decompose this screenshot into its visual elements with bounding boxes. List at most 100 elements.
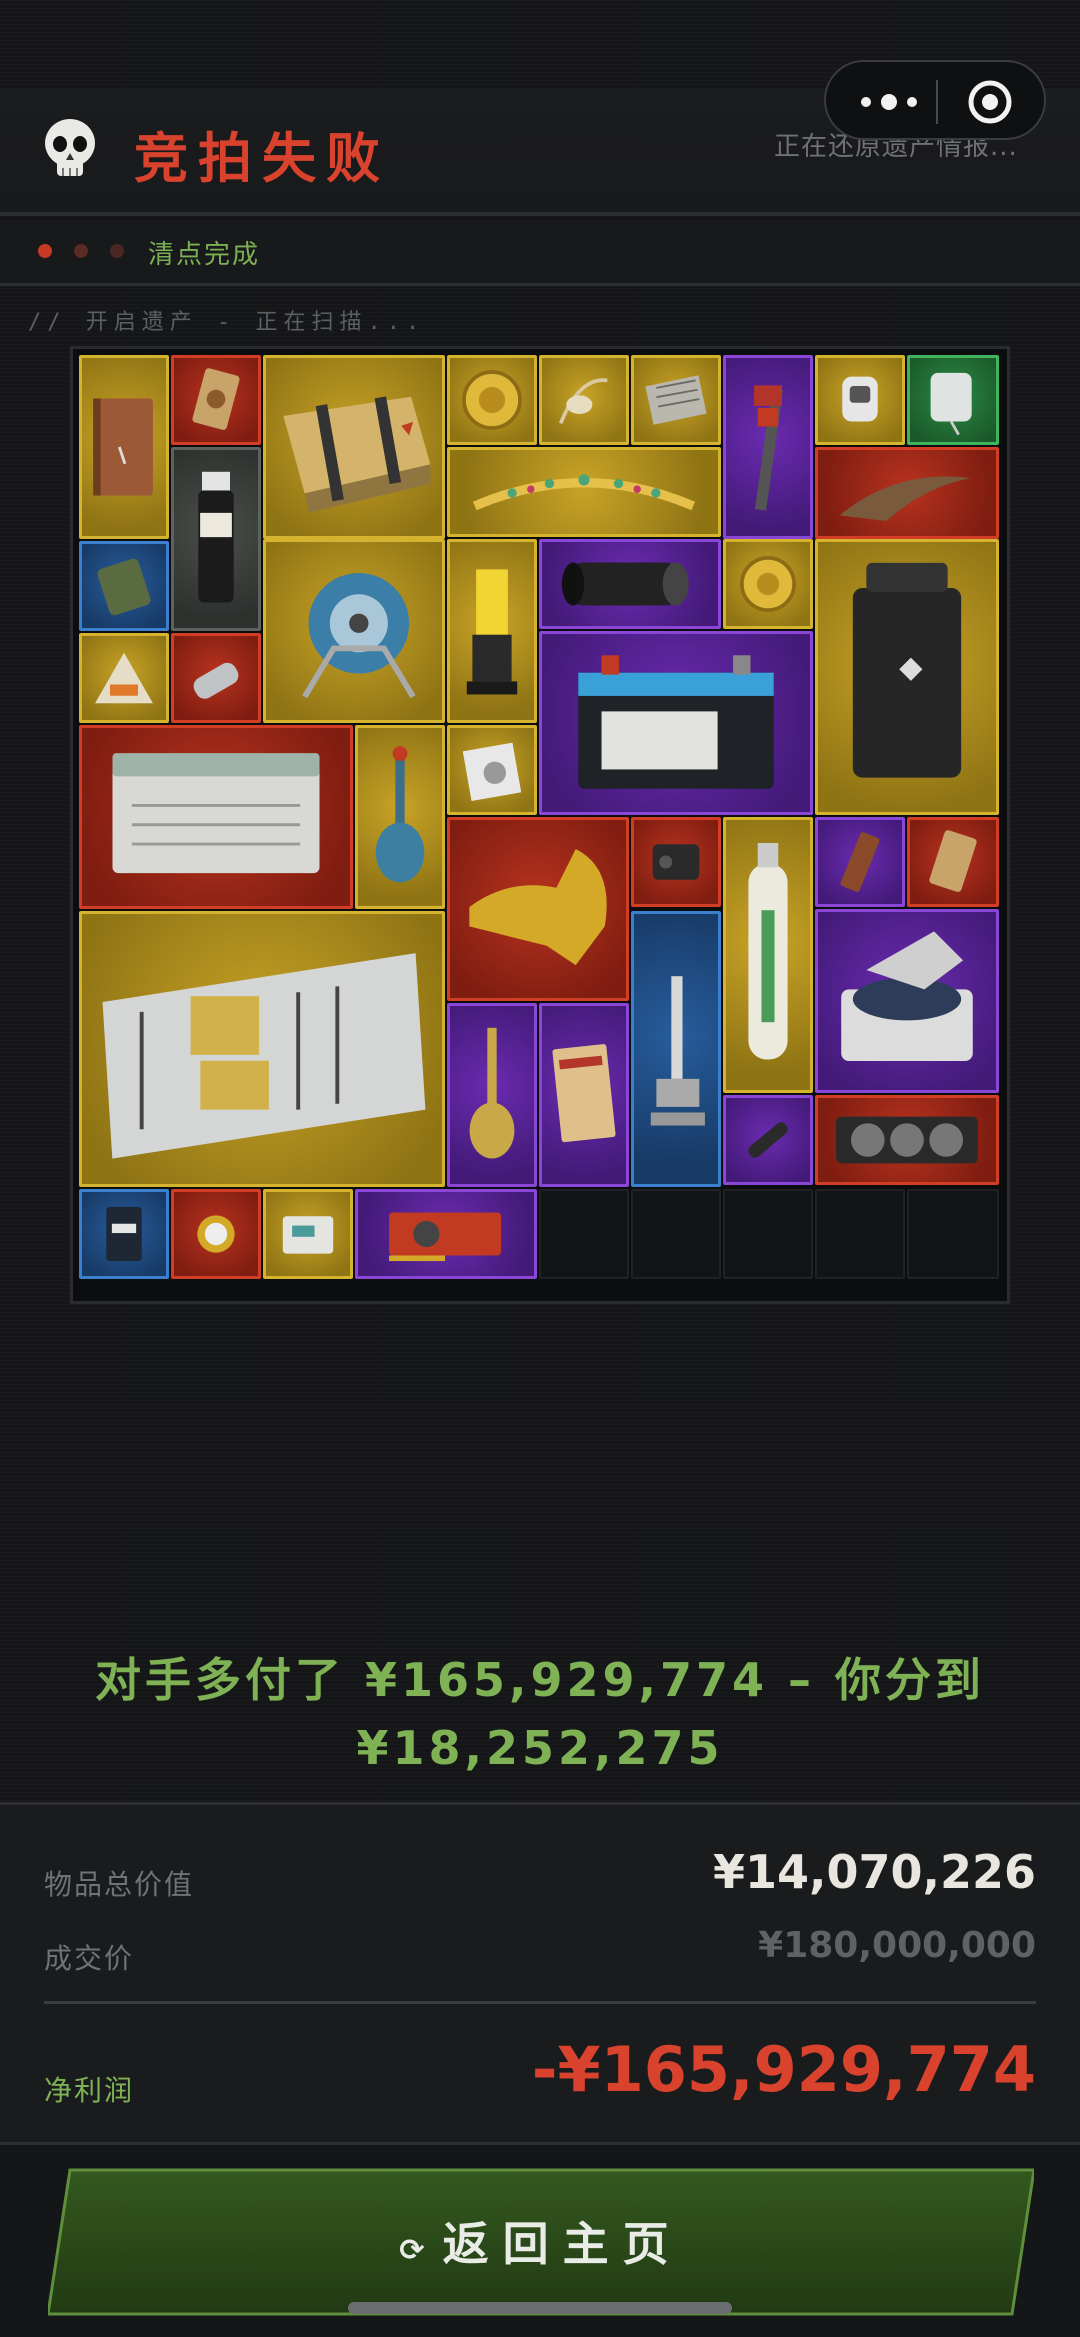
summary-panel: 物品总价值 ¥14,070,226 成交价 ¥180,000,000 净利润 -… xyxy=(0,1802,1080,2142)
item-gold-medallion[interactable] xyxy=(723,539,813,629)
wristwatch-icon xyxy=(197,1215,235,1253)
skull-icon xyxy=(45,119,95,176)
net-profit-value: -¥165,929,774 xyxy=(531,2033,1036,2106)
card-pack-icon xyxy=(929,830,977,892)
return-home-button[interactable]: ⟳ 返回主页 xyxy=(48,2168,1034,2316)
empty-slot xyxy=(723,1189,813,1279)
item-card-pack[interactable] xyxy=(907,817,999,907)
outcome-line-2: ¥18,252,275 xyxy=(356,1721,724,1775)
inventory-grid xyxy=(70,346,1010,1304)
keychain-icon xyxy=(193,662,239,699)
scan-status-text: // 开启遗产 - 正在扫描... xyxy=(28,310,426,335)
item-power-meter[interactable] xyxy=(263,1189,353,1279)
item-oxygen-tank[interactable] xyxy=(723,817,813,1093)
meter-icon xyxy=(282,1216,334,1254)
item-dinosaur-claw[interactable] xyxy=(815,447,999,539)
item-pipe-wrench[interactable] xyxy=(723,355,813,539)
item-gold-coin[interactable] xyxy=(447,355,537,445)
claw-icon xyxy=(839,476,971,522)
item-weapon-crate[interactable] xyxy=(263,355,445,539)
item-tactical-radio[interactable] xyxy=(631,817,721,907)
vial-icon xyxy=(198,471,234,603)
book-icon xyxy=(552,1044,616,1143)
decanter-icon xyxy=(375,746,425,883)
item-ration-pack[interactable] xyxy=(79,541,169,631)
oxygen-tank-icon xyxy=(748,843,788,1060)
summary-divider xyxy=(44,2001,1036,2004)
microscope-icon xyxy=(650,976,705,1126)
item-power-station[interactable] xyxy=(815,539,999,815)
wrench-icon xyxy=(754,385,783,511)
more-dots-icon[interactable] xyxy=(854,88,924,116)
empty-slot xyxy=(815,1189,905,1279)
item-camera-lens[interactable] xyxy=(539,539,721,629)
item-flashlight[interactable] xyxy=(723,1095,813,1185)
red-gpu-icon xyxy=(389,1212,502,1262)
item-metal-keychain[interactable] xyxy=(171,633,261,723)
item-centrifuge[interactable] xyxy=(815,909,999,1093)
page-title: 竞拍失败 xyxy=(134,127,390,190)
home-indicator[interactable] xyxy=(348,2302,732,2314)
crate-icon xyxy=(283,396,431,513)
outcome-line-1: 对手多付了 ¥165,929,774 – 你分到 xyxy=(94,1653,986,1707)
item-circuit-module[interactable] xyxy=(631,355,721,445)
status-led-1 xyxy=(38,244,52,258)
item-medical-sample-vial[interactable] xyxy=(171,447,261,631)
item-server-power-supply[interactable] xyxy=(79,725,353,909)
chocolate-icon xyxy=(840,832,880,892)
progress-bar-row: 清点完成 xyxy=(0,220,1080,286)
necklace-icon xyxy=(558,378,608,425)
item-tarot-card[interactable] xyxy=(171,355,261,445)
gpu-icon xyxy=(836,1116,978,1164)
coffee-bag-icon xyxy=(106,1206,142,1262)
capsule-divider xyxy=(936,80,938,124)
item-car-battery[interactable] xyxy=(539,631,813,815)
item-glass-decanter[interactable] xyxy=(355,725,445,909)
psu-icon xyxy=(112,753,320,874)
item-chocolate-bar[interactable] xyxy=(815,817,905,907)
card-icon xyxy=(192,368,240,430)
flashlight-icon xyxy=(748,1122,788,1158)
return-home-label: ⟳ 返回主页 xyxy=(48,2208,1034,2274)
lamp-icon xyxy=(466,569,518,695)
empty-slot xyxy=(539,1189,629,1279)
item-coffee-bag[interactable] xyxy=(79,1189,169,1279)
count-complete-label: 清点完成 xyxy=(148,240,261,270)
power-station-icon xyxy=(852,562,962,778)
radio-icon xyxy=(652,844,700,880)
target-icon[interactable] xyxy=(966,78,1014,126)
centrifuge-icon xyxy=(841,931,973,1061)
item-brass-hookah[interactable] xyxy=(447,1003,537,1187)
status-led-3 xyxy=(110,244,124,258)
item-microscope[interactable] xyxy=(631,911,721,1187)
lens-icon xyxy=(561,562,689,606)
item-cable-reel[interactable] xyxy=(263,539,445,723)
ration-icon xyxy=(97,558,151,616)
reel-icon xyxy=(302,572,416,699)
item-golden-crocodile-head[interactable] xyxy=(447,817,629,1001)
item-black-tide-book[interactable] xyxy=(539,1003,629,1187)
item-sea-snack-bag[interactable] xyxy=(79,633,169,723)
item-graphics-card[interactable] xyxy=(815,1095,999,1185)
item-jeweled-tiara[interactable] xyxy=(447,447,721,537)
refresh-icon: ⟳ xyxy=(399,2233,425,2268)
item-bird-skull-necklace[interactable] xyxy=(539,355,629,445)
item-iv-bag[interactable] xyxy=(907,355,999,445)
item-red-gpu-card[interactable] xyxy=(355,1189,537,1279)
snack-icon xyxy=(95,652,153,704)
item-floppy-disk[interactable] xyxy=(447,725,537,815)
croc-head-icon xyxy=(469,849,607,966)
outcome-message: 对手多付了 ¥165,929,774 – 你分到 ¥18,252,275 xyxy=(0,1646,1080,1782)
journal-icon xyxy=(93,398,153,496)
hookah-icon xyxy=(469,1027,515,1159)
item-server-blade[interactable] xyxy=(79,911,445,1187)
item-gold-wristwatch[interactable] xyxy=(171,1189,261,1279)
battery-icon xyxy=(578,655,774,789)
empty-slot xyxy=(907,1189,999,1279)
item-uv-lamp[interactable] xyxy=(447,539,537,723)
tiara-icon xyxy=(472,474,696,511)
item-leather-journal[interactable] xyxy=(79,355,169,539)
floppy-icon xyxy=(462,742,522,802)
item-smart-watch[interactable] xyxy=(815,355,905,445)
total-value: ¥14,070,226 xyxy=(712,1845,1036,1899)
